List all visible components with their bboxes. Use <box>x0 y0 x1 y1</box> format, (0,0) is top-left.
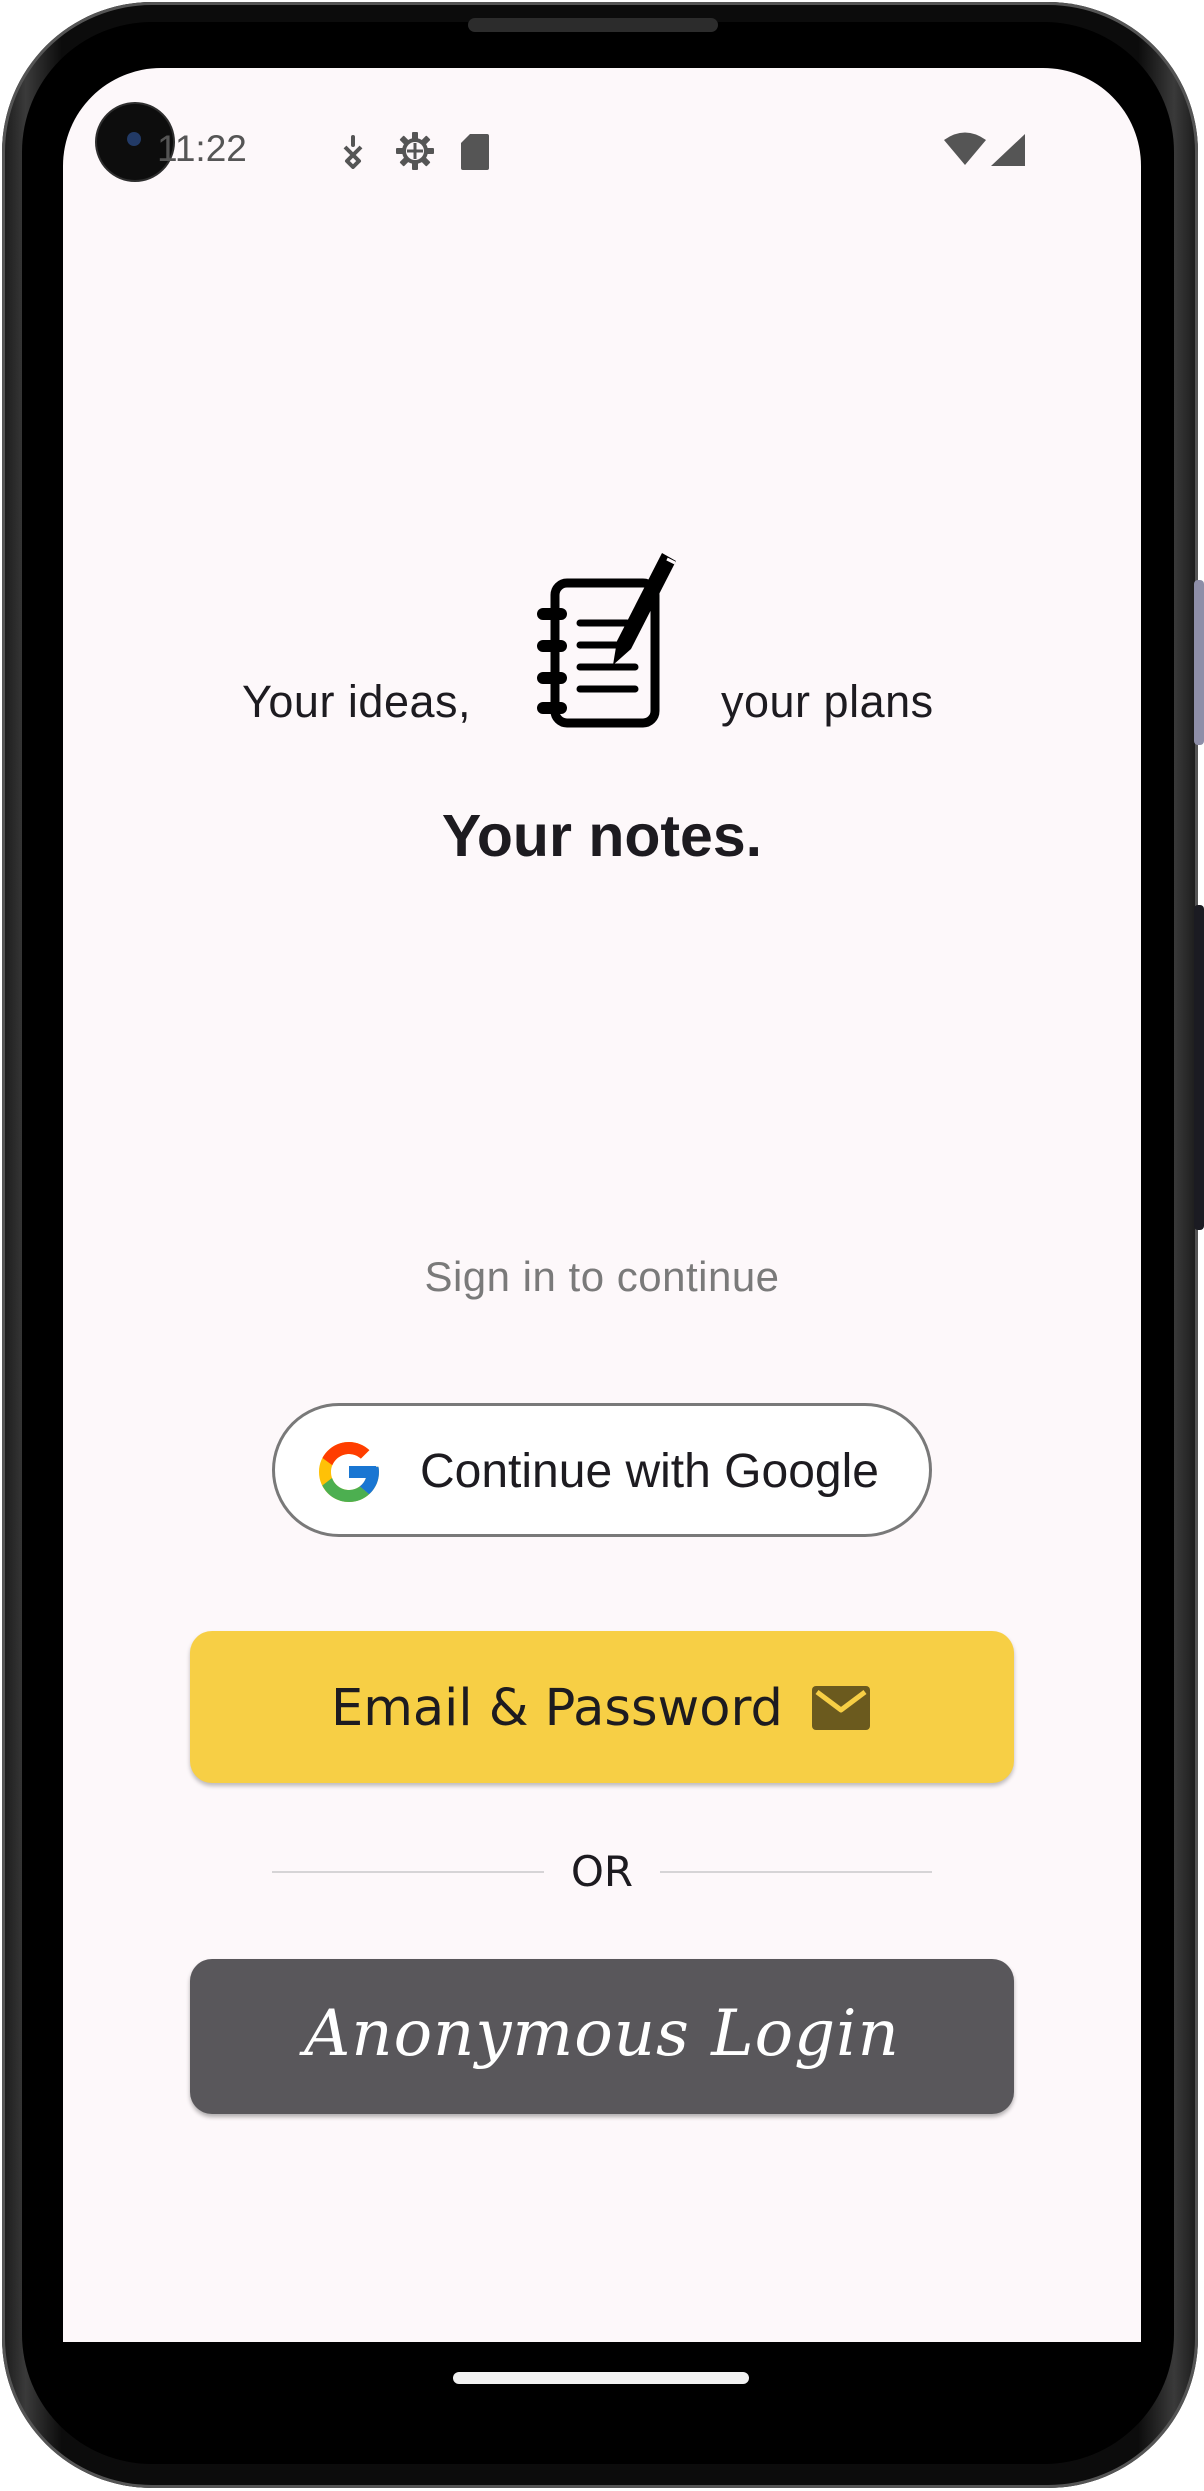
hero-text-ideas: Your ideas, <box>242 676 472 727</box>
system-navigation-bar <box>63 2342 1141 2440</box>
continue-with-google-button[interactable]: Continue with Google <box>272 1403 932 1537</box>
or-divider-text: OR <box>570 1847 634 1896</box>
cell-signal-icon <box>991 134 1025 166</box>
email-password-button[interactable]: Email & Password <box>190 1631 1014 1783</box>
hero-title: Your notes. <box>441 803 763 869</box>
notebook-pen-icon <box>537 553 676 728</box>
power-button <box>1194 905 1204 1230</box>
sign-in-prompt: Sign in to continue <box>424 1253 780 1300</box>
google-button-label: Continue with Google <box>420 1445 879 1498</box>
earpiece-speaker <box>468 18 718 32</box>
hero-text-plans: your plans <box>721 676 934 727</box>
wifi-icon <box>944 132 986 165</box>
anonymous-login-button[interactable]: Anonymous Login <box>190 1959 1014 2114</box>
settings-gear-icon <box>396 132 434 170</box>
mail-icon <box>812 1686 870 1730</box>
volume-button <box>1194 580 1204 745</box>
google-logo-icon <box>319 1442 379 1502</box>
anonymous-button-label: Anonymous Login <box>304 1997 900 2071</box>
home-gesture-handle[interactable] <box>453 2372 749 2384</box>
email-button-label: Email & Password <box>331 1679 783 1738</box>
status-time: 11:22 <box>157 128 247 169</box>
phone-frame: 11:22 Your ideas, your plans Your notes.… <box>0 0 1204 2491</box>
divider-right <box>660 1871 932 1873</box>
sd-card-icon <box>461 134 489 170</box>
location-icon <box>343 135 363 169</box>
